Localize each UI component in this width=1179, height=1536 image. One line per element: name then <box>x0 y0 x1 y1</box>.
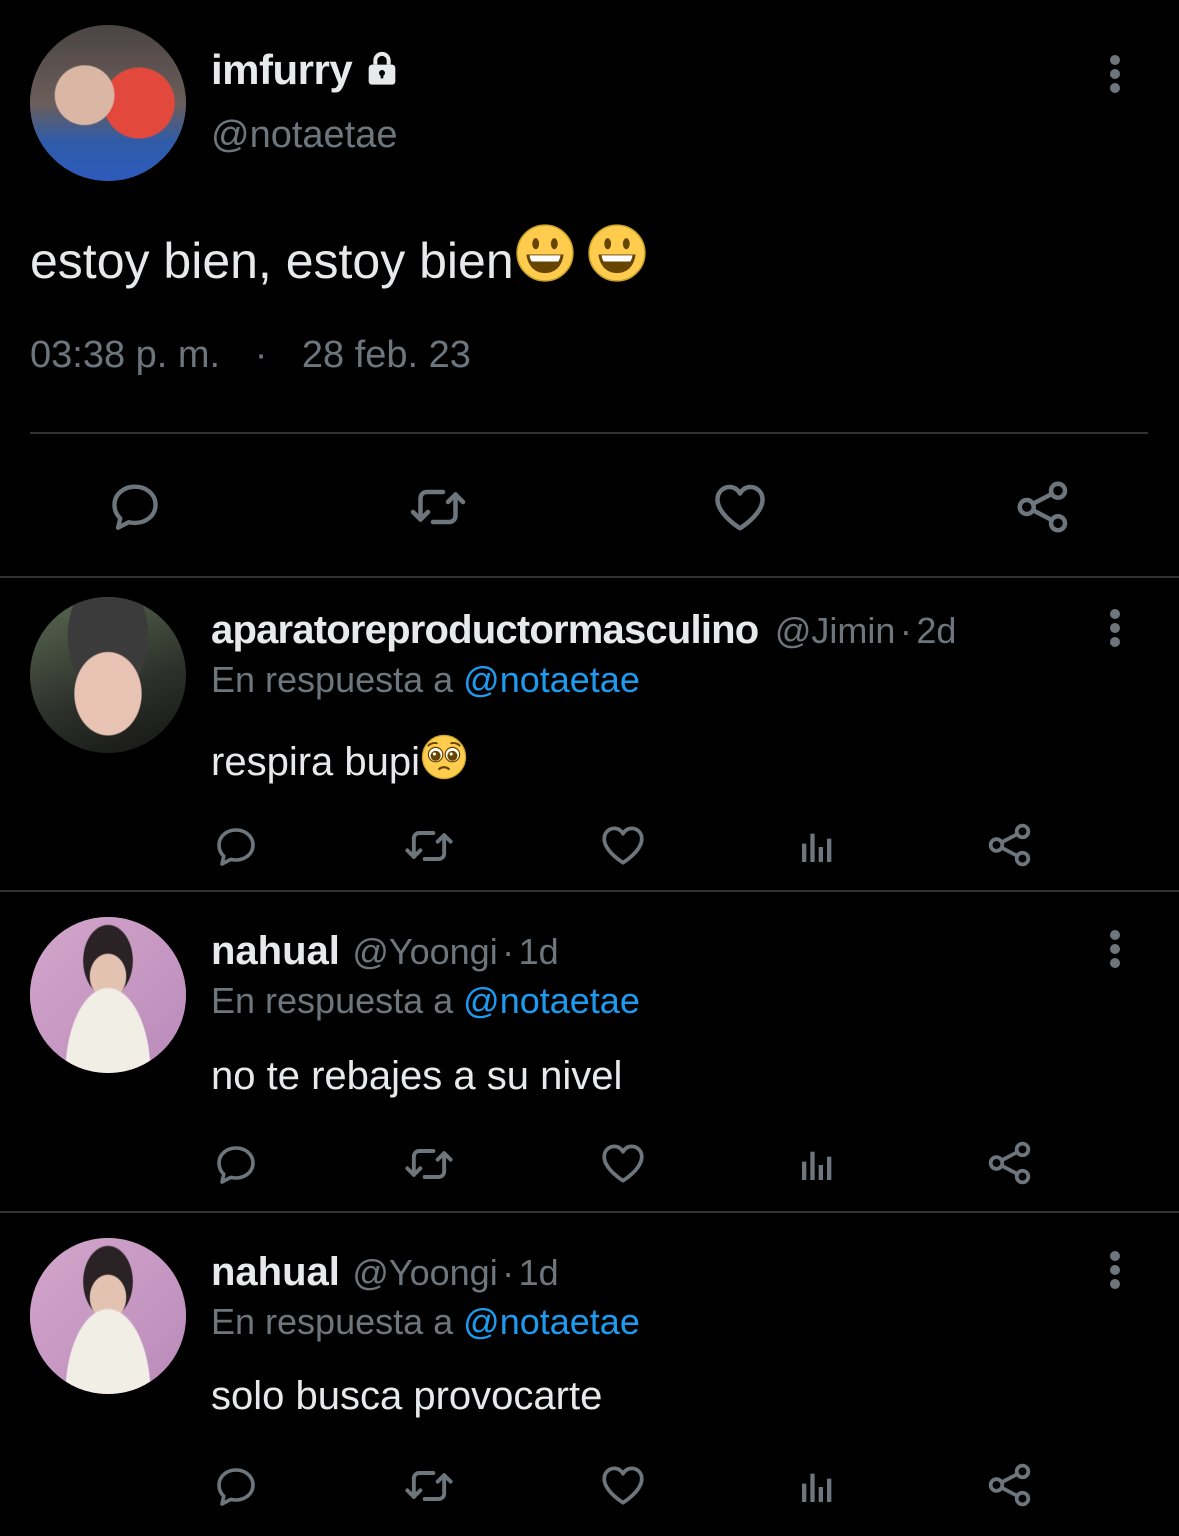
divider <box>0 890 1179 892</box>
mention-link[interactable]: @notaetae <box>463 659 640 700</box>
display-name[interactable]: nahual <box>211 1250 340 1294</box>
timestamp-row: 03:38 p. m. · 28 feb. 23 <box>30 334 471 377</box>
retweet-icon[interactable] <box>408 477 468 537</box>
pleading-face-emoji <box>420 733 468 791</box>
display-name[interactable]: aparatoreproductormasculino <box>211 608 759 652</box>
share-icon[interactable] <box>985 820 1035 870</box>
more-options-icon[interactable] <box>1105 52 1125 96</box>
share-icon[interactable] <box>985 1138 1035 1188</box>
handle[interactable]: @Yoongi <box>352 931 497 972</box>
reply-header: nahual @Yoongi · 1d <box>211 927 559 984</box>
handle[interactable]: @notaetae <box>211 114 398 157</box>
more-options-icon[interactable] <box>1105 927 1125 971</box>
avatar[interactable] <box>30 25 186 181</box>
reply-context: En respuesta a @notaetae <box>211 1301 640 1343</box>
tweet-text: estoy bien, estoy bien <box>30 222 648 296</box>
divider <box>30 432 1148 434</box>
more-options-icon[interactable] <box>1105 1248 1125 1292</box>
lock-icon <box>362 48 402 93</box>
handle[interactable]: @Yoongi <box>352 1252 497 1293</box>
reply-context-label: En respuesta a <box>211 659 454 700</box>
avatar[interactable] <box>30 1238 186 1394</box>
display-name[interactable]: imfurry <box>211 46 353 94</box>
share-icon[interactable] <box>985 1460 1035 1510</box>
like-icon[interactable] <box>598 1460 648 1510</box>
reply-text: no te rebajes a su nivel <box>211 1054 623 1098</box>
reply-text: solo busca provocarte <box>211 1374 603 1418</box>
reply-text: respira bupi <box>211 733 468 791</box>
reply-header: nahual @Yoongi · 1d <box>211 1248 559 1305</box>
like-icon[interactable] <box>598 820 648 870</box>
reply-age[interactable]: 2d <box>916 610 956 651</box>
avatar-photo <box>30 1238 186 1394</box>
analytics-icon[interactable] <box>796 1467 838 1507</box>
tweet-text-content: estoy bien, estoy bien <box>30 233 514 289</box>
separator-dot: · <box>899 610 912 651</box>
reply-age[interactable]: 1d <box>519 1252 559 1293</box>
avatar-photo <box>30 597 186 753</box>
avatar[interactable] <box>30 597 186 753</box>
reply-context: En respuesta a @notaetae <box>211 659 640 701</box>
share-icon[interactable] <box>1013 477 1073 537</box>
separator-dot: · <box>502 931 515 972</box>
retweet-icon[interactable] <box>403 820 455 872</box>
analytics-icon[interactable] <box>796 827 838 867</box>
reply-text-content: respira bupi <box>211 740 421 784</box>
mention-link[interactable]: @notaetae <box>463 1301 640 1342</box>
tweet-date[interactable]: 28 feb. 23 <box>302 334 471 376</box>
reply-context-label: En respuesta a <box>211 980 454 1021</box>
retweet-icon[interactable] <box>403 1138 455 1190</box>
reply-icon[interactable] <box>212 1462 260 1510</box>
reply-context: En respuesta a @notaetae <box>211 980 640 1022</box>
display-name[interactable]: nahual <box>211 929 340 973</box>
avatar-photo <box>30 917 186 1073</box>
grinning-face-emoji <box>586 222 648 296</box>
avatar[interactable] <box>30 917 186 1073</box>
reply-header: aparatoreproductormasculino @Jimin · 2d <box>211 606 956 663</box>
like-icon[interactable] <box>598 1138 648 1188</box>
reply-icon[interactable] <box>106 477 164 535</box>
avatar-photo <box>30 25 186 181</box>
separator-dot: · <box>502 1252 515 1293</box>
tweet-time[interactable]: 03:38 p. m. <box>30 334 220 376</box>
separator-dot: · <box>254 334 268 376</box>
reply-icon[interactable] <box>212 1140 260 1188</box>
grinning-face-emoji <box>514 222 576 296</box>
author-name-row: imfurry <box>211 44 402 96</box>
divider <box>0 576 1179 578</box>
reply-icon[interactable] <box>212 822 260 870</box>
more-options-icon[interactable] <box>1105 606 1125 650</box>
like-icon[interactable] <box>710 477 770 537</box>
divider <box>0 1211 1179 1213</box>
mention-link[interactable]: @notaetae <box>463 980 640 1021</box>
retweet-icon[interactable] <box>403 1460 455 1512</box>
handle[interactable]: @Jimin <box>775 610 896 651</box>
reply-age[interactable]: 1d <box>519 931 559 972</box>
reply-context-label: En respuesta a <box>211 1301 454 1342</box>
analytics-icon[interactable] <box>796 1145 838 1185</box>
